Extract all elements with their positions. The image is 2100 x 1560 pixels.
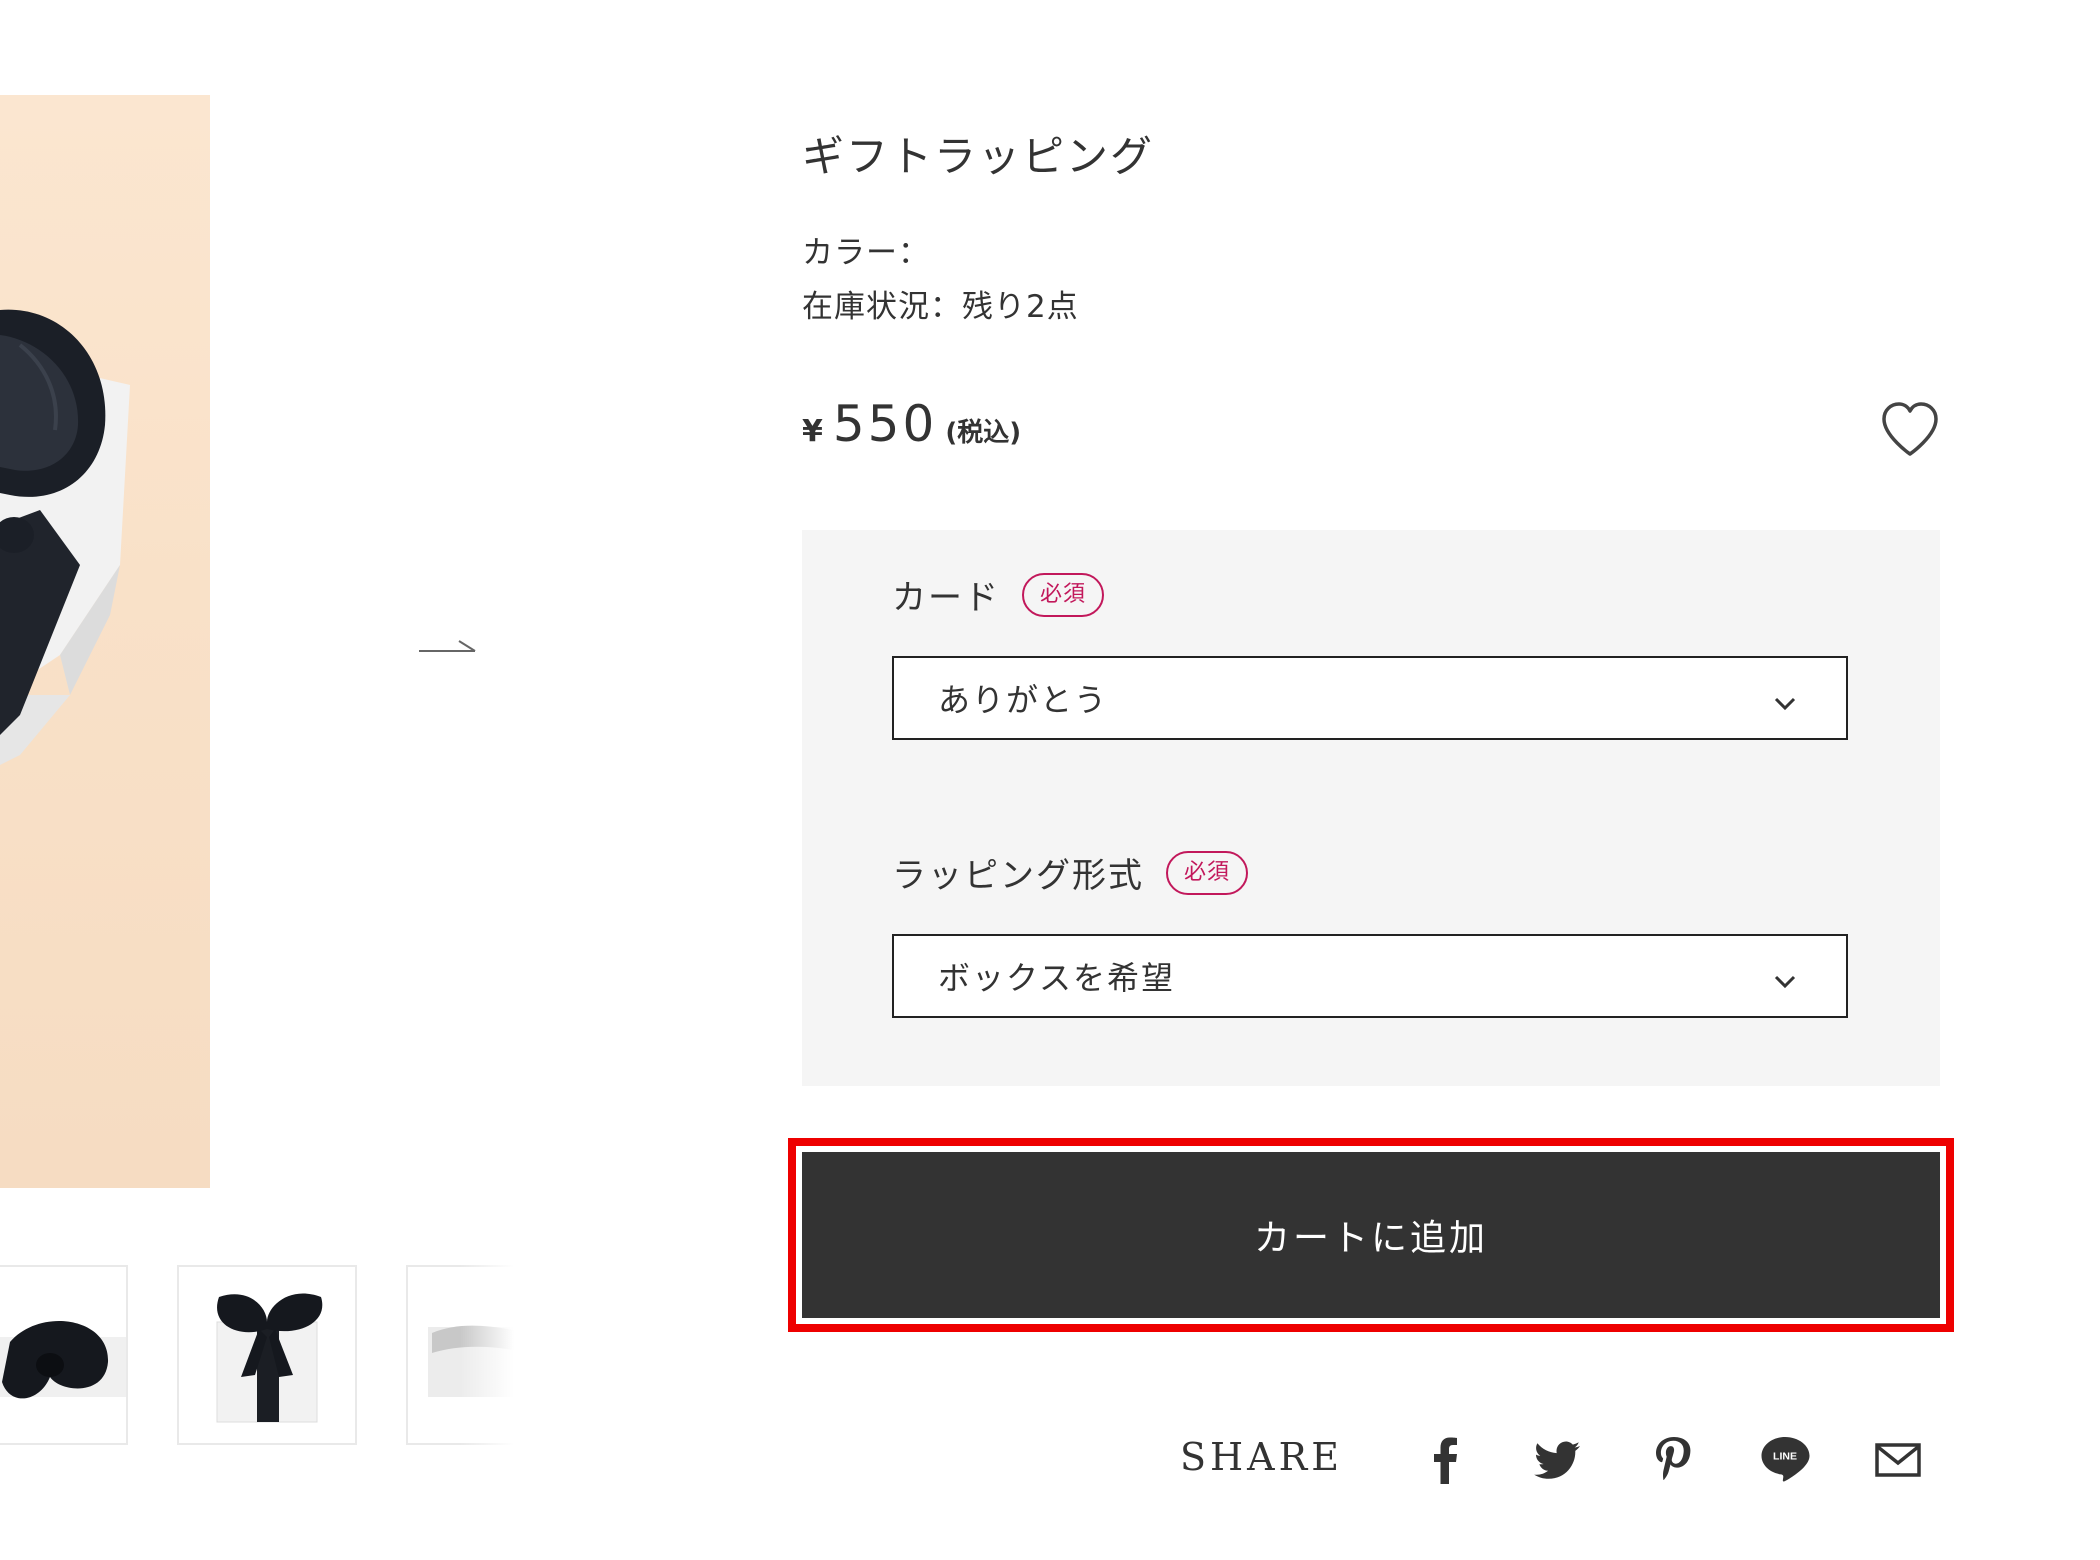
svg-text:LINE: LINE bbox=[1773, 1451, 1797, 1463]
product-main-image bbox=[0, 95, 210, 1188]
product-price: ¥ 550 (税込) bbox=[802, 395, 1021, 455]
wrapping-option-label: ラッピング形式 必須 bbox=[892, 848, 1249, 897]
pinterest-icon[interactable] bbox=[1645, 1432, 1701, 1488]
thumbnail-image[interactable] bbox=[0, 1265, 128, 1445]
chevron-down-icon bbox=[1772, 686, 1798, 712]
card-option-label-text: カード bbox=[892, 578, 1000, 618]
card-select-value: ありがとう bbox=[938, 681, 1109, 719]
line-icon[interactable]: LINE bbox=[1757, 1432, 1813, 1488]
mail-icon[interactable] bbox=[1870, 1432, 1926, 1488]
add-to-cart-button[interactable]: カートに追加 bbox=[802, 1152, 1940, 1318]
gallery-next-arrow-icon[interactable] bbox=[415, 625, 479, 665]
product-stock-status: 在庫状況：残り2点 bbox=[802, 289, 1079, 325]
wrapping-select-value: ボックスを希望 bbox=[938, 959, 1176, 997]
card-select[interactable]: ありがとう bbox=[892, 656, 1848, 740]
price-amount: 550 bbox=[832, 395, 938, 453]
wrapping-option-label-text: ラッピング形式 bbox=[892, 856, 1144, 896]
product-color-label: カラー： bbox=[802, 235, 930, 271]
price-tax-note: (税込) bbox=[945, 418, 1022, 448]
chevron-down-icon bbox=[1772, 964, 1798, 990]
twitter-icon[interactable] bbox=[1530, 1432, 1586, 1488]
wrapping-select[interactable]: ボックスを希望 bbox=[892, 934, 1848, 1018]
facebook-icon[interactable] bbox=[1418, 1432, 1474, 1488]
required-badge: 必須 bbox=[1166, 850, 1249, 895]
required-badge: 必須 bbox=[1022, 572, 1105, 617]
card-option-label: カード 必須 bbox=[892, 570, 1105, 619]
product-title: ギフトラッピング bbox=[802, 132, 1155, 181]
thumbnail-strip bbox=[0, 1265, 520, 1450]
favorite-heart-icon[interactable] bbox=[1878, 400, 1942, 460]
share-label: SHARE bbox=[1180, 1435, 1343, 1479]
thumbnail-image[interactable] bbox=[177, 1265, 357, 1445]
product-options-panel: カード 必須 ありがとう ラッピング形式 必須 ボックスを希望 bbox=[802, 530, 1940, 1086]
price-currency: ¥ bbox=[802, 414, 823, 449]
thumbnail-fade bbox=[460, 1265, 520, 1450]
